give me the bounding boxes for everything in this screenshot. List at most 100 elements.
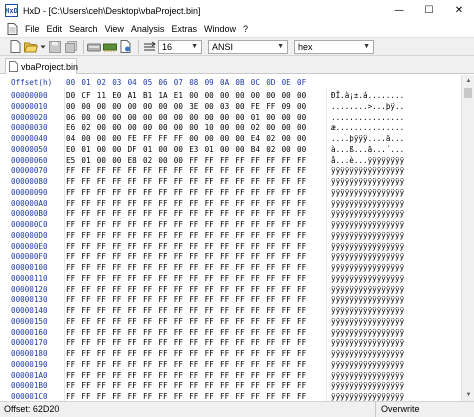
hex-byte[interactable]: 00: [220, 113, 229, 123]
hex-byte[interactable]: 00: [112, 134, 121, 144]
hex-byte[interactable]: FF: [128, 349, 137, 359]
hex-byte[interactable]: 00: [205, 102, 214, 112]
hex-byte[interactable]: FF: [158, 177, 167, 187]
hex-byte[interactable]: FF: [112, 392, 121, 401]
hex-byte[interactable]: FF: [251, 199, 260, 209]
hex-byte[interactable]: FF: [251, 231, 260, 241]
hex-byte[interactable]: 00: [81, 102, 90, 112]
hex-row[interactable]: 00000090 FF FF FF FF FF FF FF FF FF FF FF FF FF FF FF FF…: [0, 188, 460, 198]
hex-byte[interactable]: FF: [266, 360, 275, 370]
save-icon[interactable]: [48, 40, 62, 54]
hex-byte[interactable]: E0: [112, 91, 121, 101]
hex-byte[interactable]: FF: [220, 306, 229, 316]
hex-byte[interactable]: FF: [189, 328, 198, 338]
hex-byte[interactable]: FF: [81, 360, 90, 370]
hex-byte[interactable]: FF: [81, 177, 90, 187]
hex-byte[interactable]: FF: [143, 199, 152, 209]
hex-byte[interactable]: 00: [266, 123, 275, 133]
decoded-text[interactable]: ÿÿÿÿÿÿÿÿÿÿÿÿÿÿÿÿ: [331, 199, 404, 209]
hex-byte[interactable]: FF: [266, 285, 275, 295]
hex-byte[interactable]: FF: [174, 317, 183, 327]
hex-byte[interactable]: FF: [266, 392, 275, 401]
hex-byte[interactable]: FF: [128, 295, 137, 305]
hex-byte[interactable]: CF: [81, 91, 90, 101]
hex-byte[interactable]: FF: [235, 274, 244, 284]
hex-byte[interactable]: 04: [66, 134, 75, 144]
hex-byte[interactable]: FF: [220, 156, 229, 166]
hex-byte[interactable]: FF: [282, 306, 291, 316]
hex-byte[interactable]: FF: [282, 392, 291, 401]
hex-byte[interactable]: 00: [235, 123, 244, 133]
hex-byte[interactable]: FF: [189, 338, 198, 348]
hex-byte[interactable]: FF: [97, 285, 106, 295]
hex-byte[interactable]: 01: [251, 113, 260, 123]
hex-byte[interactable]: 00: [220, 123, 229, 133]
hex-byte[interactable]: 00: [189, 123, 198, 133]
decoded-text[interactable]: ÿÿÿÿÿÿÿÿÿÿÿÿÿÿÿÿ: [331, 306, 404, 316]
hex-byte[interactable]: FF: [112, 306, 121, 316]
hex-byte[interactable]: 00: [235, 91, 244, 101]
hex-byte[interactable]: FF: [235, 231, 244, 241]
hex-byte[interactable]: FF: [282, 371, 291, 381]
hex-byte[interactable]: FF: [235, 295, 244, 305]
hex-byte[interactable]: FF: [251, 166, 260, 176]
hex-byte[interactable]: FF: [158, 199, 167, 209]
hex-byte[interactable]: FF: [251, 220, 260, 230]
hex-byte[interactable]: FF: [205, 306, 214, 316]
hex-byte[interactable]: FF: [282, 349, 291, 359]
hex-byte[interactable]: FF: [158, 381, 167, 391]
hex-row[interactable]: 000000F0 FF FF FF FF FF FF FF FF FF FF FF FF FF FF FF FF…: [0, 252, 460, 262]
hex-byte[interactable]: FF: [205, 209, 214, 219]
hex-byte[interactable]: FF: [235, 349, 244, 359]
hex-byte[interactable]: FF: [128, 392, 137, 401]
hex-byte[interactable]: FF: [297, 220, 306, 230]
menu-window[interactable]: Window: [204, 24, 236, 34]
hex-byte[interactable]: 00: [282, 113, 291, 123]
decoded-text[interactable]: ÿÿÿÿÿÿÿÿÿÿÿÿÿÿÿÿ: [331, 177, 404, 187]
hex-byte[interactable]: FF: [66, 349, 75, 359]
hex-byte[interactable]: FF: [251, 349, 260, 359]
hex-byte[interactable]: FF: [266, 371, 275, 381]
hex-byte[interactable]: FF: [189, 188, 198, 198]
hex-byte[interactable]: FF: [266, 242, 275, 252]
hex-byte[interactable]: FF: [205, 392, 214, 401]
hex-byte[interactable]: FF: [266, 156, 275, 166]
hex-row[interactable]: 00000080 FF FF FF FF FF FF FF FF FF FF FF FF FF FF FF FF…: [0, 177, 460, 187]
decoded-text[interactable]: ÿÿÿÿÿÿÿÿÿÿÿÿÿÿÿÿ: [331, 220, 404, 230]
decoded-text[interactable]: ÿÿÿÿÿÿÿÿÿÿÿÿÿÿÿÿ: [331, 349, 404, 359]
hex-byte[interactable]: 00: [112, 123, 121, 133]
hex-byte[interactable]: 00: [297, 102, 306, 112]
hex-byte[interactable]: FF: [143, 220, 152, 230]
hex-byte[interactable]: 00: [81, 134, 90, 144]
hex-byte[interactable]: FF: [266, 209, 275, 219]
hex-byte[interactable]: FF: [174, 274, 183, 284]
hex-byte[interactable]: FF: [297, 360, 306, 370]
hex-byte[interactable]: 00: [235, 113, 244, 123]
hex-byte[interactable]: FF: [189, 177, 198, 187]
hex-byte[interactable]: FF: [220, 295, 229, 305]
menu-search[interactable]: Search: [69, 24, 98, 34]
hex-byte[interactable]: 00: [97, 145, 106, 155]
hex-byte[interactable]: FF: [66, 306, 75, 316]
hex-byte[interactable]: FF: [251, 156, 260, 166]
hex-byte[interactable]: FF: [297, 252, 306, 262]
hex-byte[interactable]: FF: [266, 177, 275, 187]
hex-byte[interactable]: 00: [158, 156, 167, 166]
hex-byte[interactable]: FF: [282, 252, 291, 262]
hex-byte[interactable]: FF: [205, 231, 214, 241]
hex-byte[interactable]: FF: [235, 317, 244, 327]
hex-byte[interactable]: B4: [251, 145, 260, 155]
file-tools-icon[interactable]: [119, 40, 133, 54]
hex-byte[interactable]: FF: [282, 381, 291, 391]
hex-byte[interactable]: FF: [143, 231, 152, 241]
hex-byte[interactable]: FF: [143, 209, 152, 219]
hex-byte[interactable]: FF: [205, 263, 214, 273]
hex-byte[interactable]: FF: [143, 317, 152, 327]
hex-byte[interactable]: FF: [143, 328, 152, 338]
hex-byte[interactable]: FF: [266, 102, 275, 112]
maximize-button[interactable]: ☐: [414, 0, 444, 21]
menu-analysis[interactable]: Analysis: [131, 24, 165, 34]
hex-byte[interactable]: FF: [205, 188, 214, 198]
hex-byte[interactable]: FF: [297, 338, 306, 348]
hex-byte[interactable]: FF: [81, 338, 90, 348]
